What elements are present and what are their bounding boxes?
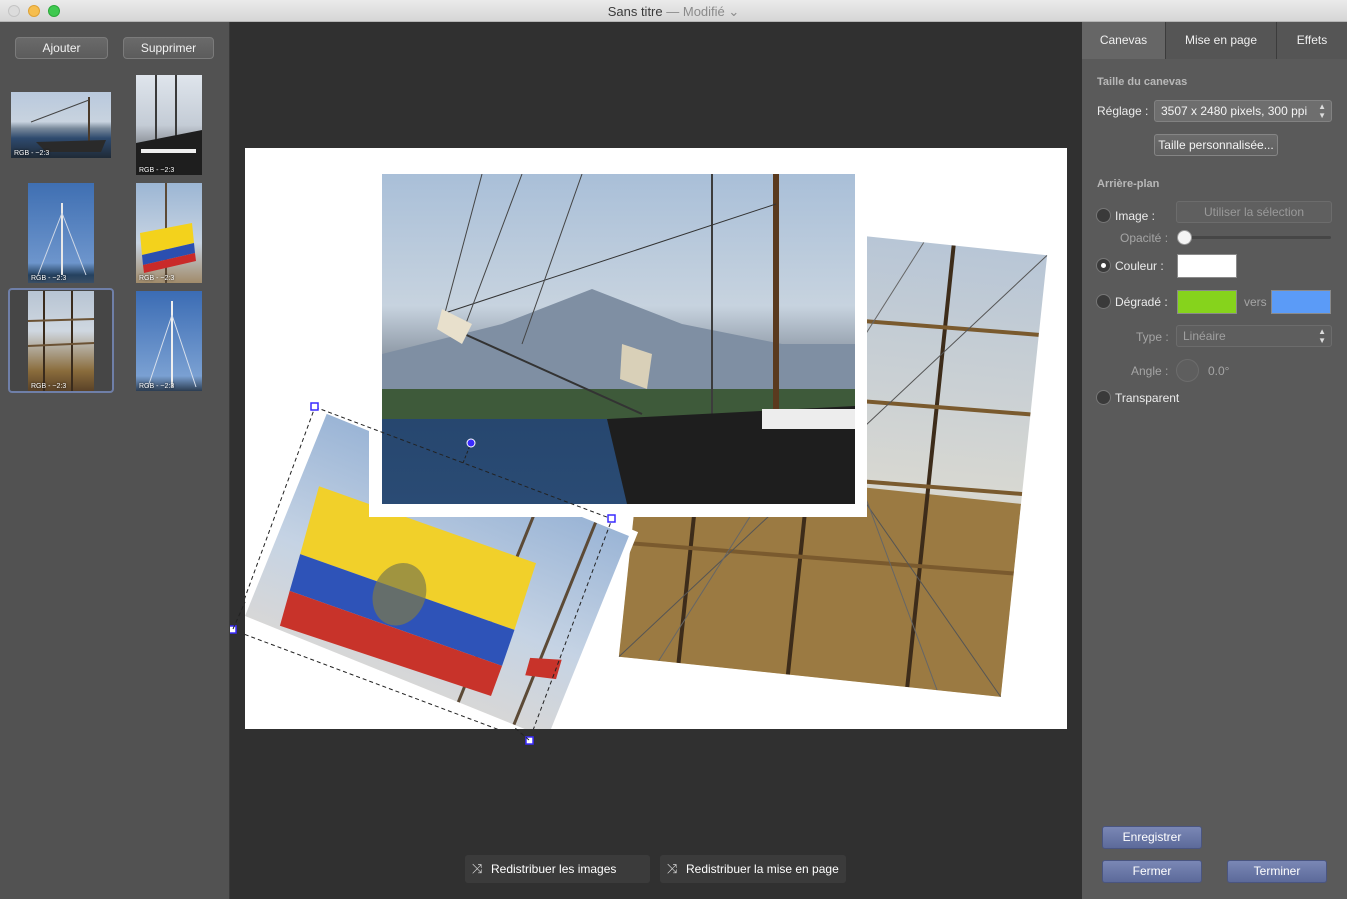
inspector-tabs: Canevas Mise en page Effets — [1082, 22, 1347, 59]
background-heading: Arrière-plan — [1097, 178, 1160, 190]
redistribute-layout-label: Redistribuer la mise en page — [686, 862, 839, 876]
custom-size-button[interactable]: Taille personnalisée... — [1154, 134, 1278, 156]
thumbnail-6[interactable]: RGB - ~2:3 — [136, 291, 202, 391]
close-button[interactable]: Fermer — [1102, 860, 1202, 883]
window-title[interactable]: Sans titre — Modifié ⌄ — [0, 4, 1347, 20]
background-color-well[interactable] — [1177, 254, 1237, 278]
preset-value: 3507 x 2480 pixels, 300 ppi — [1161, 104, 1308, 118]
gradient-type-value: Linéaire — [1183, 329, 1226, 343]
thumbnail-tag: RGB - ~2:3 — [31, 275, 67, 282]
angle-label: Angle : — [1131, 364, 1169, 378]
resize-handle-left[interactable] — [230, 625, 237, 634]
gradient-type-select[interactable]: Linéaire ▲ ▼ — [1176, 325, 1332, 347]
type-label: Type : — [1136, 330, 1169, 344]
title-bar: Sans titre — Modifié ⌄ — [0, 0, 1347, 22]
delete-image-button[interactable]: Supprimer — [123, 37, 214, 59]
gradient-label: Dégradé : — [1115, 295, 1168, 309]
thumbnail-tag: RGB - ~2:3 — [14, 150, 50, 157]
gradient-background-radio[interactable] — [1096, 294, 1111, 309]
image-background-radio[interactable] — [1096, 208, 1111, 223]
mast-thumbnail-image — [37, 203, 87, 276]
opacity-label: Opacité : — [1120, 231, 1169, 245]
chevron-down-icon: ⌄ — [724, 4, 740, 19]
transparent-label: Transparent — [1115, 391, 1180, 405]
document-status: — Modifié — [666, 4, 725, 19]
thumbnail-tag: RGB - ~2:3 — [139, 383, 175, 390]
angle-dial[interactable] — [1176, 359, 1199, 382]
canvas-size-heading: Taille du canevas — [1097, 76, 1188, 88]
tab-layout[interactable]: Mise en page — [1166, 22, 1277, 59]
flag-thumbnail-image — [140, 183, 196, 283]
opacity-slider-track[interactable] — [1184, 236, 1331, 239]
image-sidebar: Ajouter Supprimer RGB - ~2:3 RGB - ~2:3 … — [0, 22, 230, 899]
thumbnail-tag: RGB - ~2:3 — [139, 275, 175, 282]
thumbnail-tag: RGB - ~2:3 — [139, 167, 175, 174]
ship-thumbnail-image — [136, 75, 202, 175]
stepper-arrows-icon: ▲ ▼ — [1318, 327, 1326, 345]
thumbnail-3[interactable]: RGB - ~2:3 — [28, 183, 94, 283]
redistribute-images-label: Redistribuer les images — [491, 862, 617, 876]
angle-value: 0.0° — [1208, 364, 1230, 378]
selection-handles-outside — [230, 601, 534, 745]
gradient-start-color-well[interactable] — [1177, 290, 1237, 314]
tab-effects[interactable]: Effets — [1277, 22, 1347, 59]
redistribute-images-button[interactable]: ⤨ Redistribuer les images — [465, 855, 650, 883]
thumbnail-4[interactable]: RGB - ~2:3 — [136, 183, 202, 283]
thumbnail-2[interactable]: RGB - ~2:3 — [136, 75, 202, 175]
document-name: Sans titre — [607, 4, 663, 19]
image-label: Image : — [1115, 209, 1156, 223]
thumbnail-1[interactable]: RGB - ~2:3 — [11, 92, 111, 158]
stepper-arrows-icon: ▲ ▼ — [1318, 102, 1326, 120]
use-selection-button[interactable]: Utiliser la sélection — [1176, 201, 1332, 223]
rigging-thumbnail-image — [28, 291, 94, 391]
preset-select[interactable]: 3507 x 2480 pixels, 300 ppi ▲ ▼ — [1154, 100, 1332, 122]
opacity-slider-knob[interactable] — [1177, 230, 1192, 245]
color-background-radio[interactable] — [1096, 258, 1111, 273]
finish-button[interactable]: Terminer — [1227, 860, 1327, 883]
tab-canvas[interactable]: Canevas — [1082, 22, 1166, 59]
thumbnail-tag: RGB - ~2:3 — [31, 383, 67, 390]
gradient-to-label: vers — [1244, 295, 1267, 309]
canvas-area: ⤨ Redistribuer les images ⤨ Redistribuer l… — [230, 22, 1082, 899]
save-button[interactable]: Enregistrer — [1102, 826, 1202, 849]
shuffle-icon: ⤨ — [667, 861, 678, 876]
transparent-background-radio[interactable] — [1096, 390, 1111, 405]
ship-thumbnail-image — [30, 97, 106, 152]
preset-label: Réglage : — [1097, 104, 1149, 118]
color-label: Couleur : — [1115, 259, 1164, 273]
redistribute-layout-button[interactable]: ⤨ Redistribuer la mise en page — [660, 855, 846, 883]
thumbnail-5[interactable]: RGB - ~2:3 — [28, 291, 94, 391]
mast-thumbnail-image — [147, 301, 197, 388]
gradient-end-color-well[interactable] — [1271, 290, 1331, 314]
shuffle-icon: ⤨ — [472, 861, 483, 876]
add-image-button[interactable]: Ajouter — [15, 37, 108, 59]
